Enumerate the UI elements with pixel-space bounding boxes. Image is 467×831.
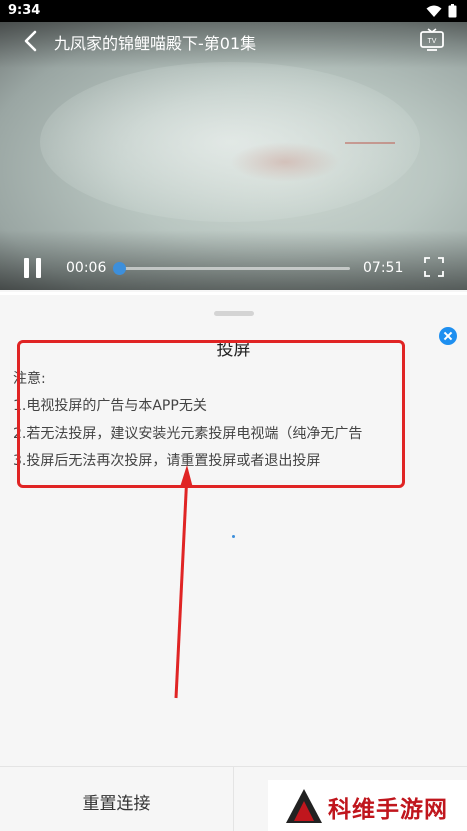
tv-cast-icon[interactable]: TV [419, 28, 445, 52]
video-frame-detail [230, 142, 340, 182]
loading-indicator [232, 535, 235, 538]
current-time: 00:06 [66, 260, 107, 276]
fullscreen-icon[interactable] [424, 257, 444, 277]
annotation-highlight-box [17, 340, 405, 488]
reset-connection-button[interactable]: 重置连接 [0, 767, 233, 831]
video-player[interactable]: 九凤家的锦鲤喵殿下-第01集 TV 00:06 07:51 [0, 22, 467, 290]
back-icon[interactable] [18, 28, 44, 54]
button-divider [233, 767, 234, 831]
video-frame-detail-2 [345, 142, 395, 156]
wifi-icon [426, 5, 442, 17]
watermark-logo-icon [286, 789, 322, 823]
progress-knob[interactable] [113, 262, 127, 275]
close-icon[interactable] [439, 327, 457, 345]
svg-text:TV: TV [428, 38, 437, 45]
cast-sheet: 投屏 注意: 1.电视投屏的广告与本APP无关 2.若无法投屏，建议安装光元素投… [0, 292, 467, 831]
watermark: 科维手游网 [268, 780, 467, 831]
video-title: 九凤家的锦鲤喵殿下-第01集 [54, 34, 257, 53]
battery-icon [448, 4, 457, 18]
status-time: 9:34 [8, 3, 41, 18]
watermark-text: 科维手游网 [328, 797, 448, 823]
progress-bar[interactable] [113, 262, 350, 275]
status-bar: 9:34 [0, 0, 467, 22]
status-icons [426, 4, 457, 18]
total-time: 07:51 [363, 260, 404, 276]
pause-button[interactable] [22, 258, 44, 278]
drag-handle[interactable] [214, 311, 254, 316]
